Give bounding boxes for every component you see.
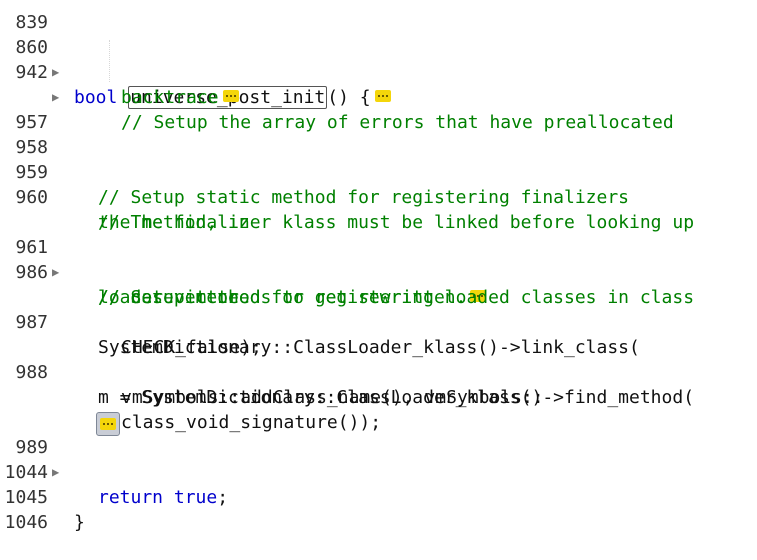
code-editor: 839 860 ▶ bool universe_post_init() { 94… bbox=[0, 0, 757, 533]
code-line-987: 987 SystemDictionary::ClassLoader_klass(… bbox=[0, 285, 757, 358]
line-number: 1046 bbox=[4, 512, 48, 533]
code-line-1045: 1045 } bbox=[0, 460, 757, 533]
code-line-989: 989 ▶ bbox=[0, 410, 757, 479]
clipped-line-top: 839 bbox=[0, 0, 757, 33]
closing-brace: } bbox=[74, 512, 85, 533]
code-line-960-wrap: the method, in bbox=[0, 185, 757, 233]
code-line-860: 860 ▶ bool universe_post_init() { bbox=[0, 10, 757, 109]
code-line-986: 986 // Setup method for registering load… bbox=[0, 235, 757, 308]
code-line-942-wrap: backtrace bbox=[0, 60, 757, 108]
code-line-986-wrap: loader vector bbox=[0, 260, 757, 308]
code-line-958: 958 bbox=[0, 110, 757, 158]
code-line-959: 959 // Setup static method for registeri… bbox=[0, 135, 757, 208]
code-line-960: 960 // The finalizer klass must be linke… bbox=[0, 160, 757, 233]
code-line-988-wrap2: class_void_signature()); bbox=[0, 385, 757, 433]
code-line-961: 961 ▶ // case it needs to get rewritten. bbox=[0, 210, 757, 308]
indent-guide bbox=[109, 40, 110, 82]
ellipsis-icon bbox=[100, 418, 116, 430]
code-line-957: 957 bbox=[0, 85, 757, 133]
code-line-987-wrap: CHECK_false); bbox=[0, 310, 757, 358]
code-line-988: 988 m = SystemDictionary::ClassLoader_kl… bbox=[0, 335, 757, 408]
collapsed-block-button[interactable] bbox=[96, 412, 120, 436]
clipped-line-bottom: 1046 bbox=[0, 485, 757, 533]
code-line-942: 942 ▶ // Setup the array of errors that … bbox=[0, 35, 757, 133]
code-line-1044: 1044 return true; bbox=[0, 435, 757, 508]
code-line-988-wrap: vmSymbols::addClass_name(), vmSymbols:: bbox=[0, 360, 757, 408]
